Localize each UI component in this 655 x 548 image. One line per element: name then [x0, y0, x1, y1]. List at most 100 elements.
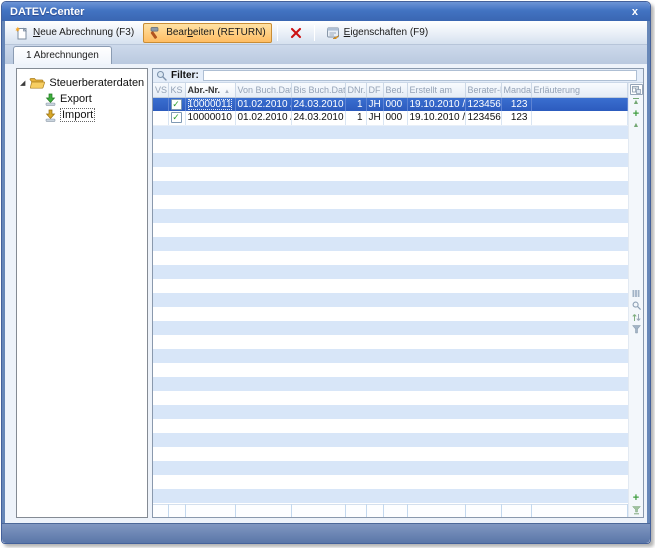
cell-df: JH [366, 111, 383, 125]
header-df[interactable]: DF [366, 83, 383, 97]
cell-dnr: 1 [345, 97, 366, 111]
scroll-to-top-icon[interactable]: ▲ [633, 98, 640, 106]
tree-item-import[interactable]: Import [44, 107, 144, 123]
window-bottom-border [2, 523, 650, 543]
checkbox-checked-icon[interactable]: ✓ [171, 99, 182, 110]
empty-grid-row [153, 223, 628, 237]
empty-grid-row [153, 167, 628, 181]
bearbeiten-button[interactable]: Bearbeiten (RETURN) [143, 23, 271, 43]
checkbox-checked-icon[interactable]: ✓ [171, 112, 182, 123]
cell-berater-nr: 123456 [465, 97, 501, 111]
content-area: ◢ Steuerberaterdaten [5, 64, 647, 523]
cell-bis-buch-datum: 24.03.2010 /Mi [291, 111, 345, 125]
properties-icon [326, 26, 340, 39]
strip-middle-group [632, 289, 641, 334]
empty-grid-row [153, 377, 628, 391]
empty-grid-row [153, 419, 628, 433]
empty-grid-row [153, 363, 628, 377]
empty-grid-row [153, 321, 628, 335]
header-vs[interactable]: VS [153, 83, 168, 97]
window-title: DATEV-Center [10, 6, 628, 18]
empty-grid-row [153, 181, 628, 195]
header-bed[interactable]: Bed. [383, 83, 407, 97]
table-header-row: VS KS Abr.-Nr.▲ Von Buch.Datum Bis Buch.… [153, 83, 628, 97]
header-erlaeuterung[interactable]: Erläuterung [531, 83, 628, 97]
tree-item-import-label: Import [60, 108, 95, 122]
append-row-icon[interactable]: + [633, 493, 639, 503]
grid-rows: VS KS Abr.-Nr.▲ Von Buch.Datum Bis Buch.… [153, 83, 628, 504]
add-row-icon[interactable]: + [633, 109, 639, 119]
new-entry-row [153, 504, 628, 517]
empty-grid-row [153, 433, 628, 447]
cell-mandant: 123 [501, 111, 531, 125]
cell-vs [153, 97, 168, 111]
bearbeiten-label: Bearbeiten (RETURN) [166, 27, 265, 38]
table-row[interactable]: ✓ 10000010 01.02.2010 /Mo 24.03.2010 /Mi… [153, 111, 628, 125]
eigenschaften-label: Eigenschaften (F9) [344, 27, 429, 38]
new-abrechnung-button[interactable]: Neue Abrechnung (F3) [9, 23, 140, 43]
datev-center-window: DATEV-Center x Neue Abrechnung (F3) [1, 1, 651, 544]
tree-expand-icon[interactable]: ◢ [20, 79, 25, 87]
filter-input[interactable] [203, 70, 637, 81]
sort-icon[interactable] [632, 313, 641, 322]
empty-grid-row [153, 139, 628, 153]
empty-grid-row [153, 293, 628, 307]
cell-abr-nr: 10000011 [185, 97, 235, 111]
grid-bottom-lined-row [153, 504, 628, 518]
empty-grid-row [153, 279, 628, 293]
header-berater-nr[interactable]: Berater-Nr. [465, 83, 501, 97]
empty-grid-row [153, 391, 628, 405]
tree-item-export-label: Export [60, 93, 92, 105]
search-icon[interactable] [632, 301, 641, 310]
header-mandant[interactable]: Mandan [501, 83, 531, 97]
tab-strip: 1 Abrechnungen [5, 45, 647, 64]
abrechnungen-table-panel: Filter: [152, 68, 644, 518]
close-button[interactable]: x [628, 5, 642, 19]
cell-erlaeuterung [531, 111, 628, 125]
red-x-icon [290, 27, 302, 39]
tab-abrechnungen[interactable]: 1 Abrechnungen [13, 46, 112, 64]
tree-item-export[interactable]: Export [44, 91, 144, 107]
eigenschaften-button[interactable]: Eigenschaften (F9) [320, 23, 435, 43]
column-chooser-button[interactable] [630, 84, 643, 95]
filter-funnel-icon[interactable] [632, 325, 641, 334]
cell-ks: ✓ [168, 97, 185, 111]
tree-children: Export Import [20, 91, 144, 123]
cell-erlaeuterung [531, 97, 628, 111]
cell-abr-nr: 10000010 [185, 111, 235, 125]
header-von-buch-datum[interactable]: Von Buch.Datum [235, 83, 291, 97]
filter-row: Filter: [153, 69, 643, 83]
cell-erstellt-am: 19.10.2010 /Di [407, 111, 465, 125]
header-dnr[interactable]: DNr. [345, 83, 366, 97]
empty-grid-row [153, 209, 628, 223]
abrechnungen-table: VS KS Abr.-Nr.▲ Von Buch.Datum Bis Buch.… [153, 83, 628, 504]
strip-bottom-group: + [632, 493, 641, 515]
toolbar-separator [277, 25, 278, 41]
columns-icon[interactable] [632, 289, 640, 298]
empty-grid-row [153, 475, 628, 489]
empty-grid-row [153, 489, 628, 503]
scroll-up-icon[interactable]: ▲ [633, 122, 640, 129]
cell-df: JH [366, 97, 383, 111]
magnifier-icon [156, 70, 167, 81]
import-arrow-icon [44, 109, 56, 122]
window-frame: Neue Abrechnung (F3) Bearbeiten (RETURN) [2, 21, 650, 523]
header-bis-buch-datum[interactable]: Bis Buch.Datum [291, 83, 345, 97]
tree-root-steuerberaterdaten[interactable]: ◢ Steuerberaterdaten [20, 75, 144, 91]
header-erstellt-am[interactable]: Erstellt am [407, 83, 465, 97]
header-ks[interactable]: KS [168, 83, 185, 97]
table-row-selected[interactable]: ✓ 10000011 01.02.2010 /Mo 24.03.2010 /Mi… [153, 97, 628, 111]
grid-table-column: VS KS Abr.-Nr.▲ Von Buch.Datum Bis Buch.… [153, 83, 628, 517]
empty-grid-row [153, 349, 628, 363]
hammer-icon [149, 26, 162, 39]
cell-von-buch-datum: 01.02.2010 /Mo [235, 97, 291, 111]
titlebar: DATEV-Center x [2, 2, 650, 21]
empty-grid-row [153, 461, 628, 475]
empty-grid-row [153, 195, 628, 209]
cell-bed: 000 [383, 97, 407, 111]
delete-button[interactable] [283, 23, 309, 43]
toolbar-separator [314, 25, 315, 41]
header-abr-nr[interactable]: Abr.-Nr.▲ [185, 83, 235, 97]
filter-row-toggle-icon[interactable] [632, 506, 641, 515]
filter-label: Filter: [171, 70, 199, 81]
